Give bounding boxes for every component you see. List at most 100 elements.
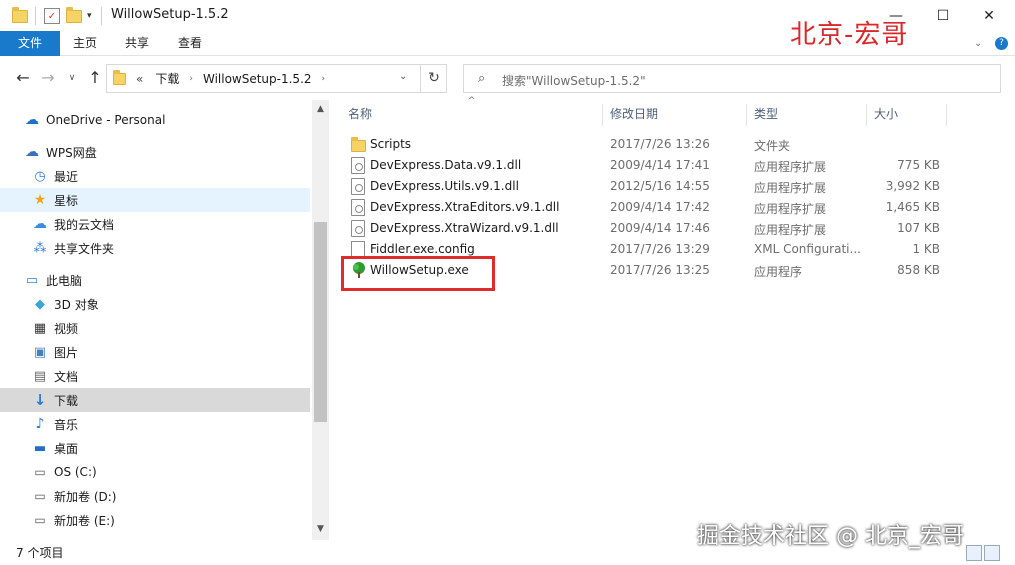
tab-home[interactable]: 主页 (63, 31, 107, 56)
column-divider[interactable] (746, 104, 747, 126)
sidebar-item-desktop[interactable]: ▬ 桌面 (0, 436, 310, 460)
address-dropdown-icon[interactable]: ⌄ (399, 71, 407, 82)
scroll-down-icon[interactable]: ▼ (312, 524, 329, 538)
sidebar-item-drive-c[interactable]: ▭ OS (C:) (0, 460, 310, 484)
sidebar-item-starred[interactable]: ★ 星标 (0, 188, 310, 212)
tab-view[interactable]: 查看 (168, 31, 212, 56)
column-header-size[interactable]: 大小 (874, 100, 898, 128)
drive-icon: ▭ (34, 489, 46, 503)
window-title: WillowSetup-1.5.2 (111, 7, 229, 22)
navigation-scrollbar[interactable]: ▲ ▼ (312, 100, 329, 540)
sidebar-item-recent[interactable]: ◷ 最近 (0, 164, 310, 188)
sidebar-item-pictures[interactable]: ▣ 图片 (0, 340, 310, 364)
cloud-icon: ☁ (33, 216, 47, 232)
overflow-chevron[interactable]: « (136, 72, 143, 86)
chevron-right-icon[interactable]: › (322, 74, 326, 84)
forward-icon[interactable]: → (38, 68, 58, 88)
scroll-up-icon[interactable]: ▲ (312, 104, 329, 118)
chevron-right-icon[interactable]: › (189, 74, 193, 84)
folder-icon (12, 6, 28, 26)
search-input[interactable]: 搜索"WillowSetup-1.5.2" (502, 72, 646, 89)
item-count: 7 个项目 (16, 546, 64, 560)
search-icon: ⌕ (478, 71, 486, 86)
minimize-button[interactable]: — (873, 0, 919, 31)
file-name: DevExpress.Data.v9.1.dll (370, 158, 522, 172)
large-icons-view-icon[interactable] (984, 545, 1000, 561)
sidebar-item-shared-folder[interactable]: ⁂ 共享文件夹 (0, 236, 310, 260)
star-icon: ★ (33, 192, 47, 208)
table-row[interactable]: DevExpress.XtraEditors.v9.1.dll 2009/4/1… (342, 197, 952, 218)
sidebar-item-label: 此电脑 (46, 273, 83, 288)
column-divider[interactable] (602, 104, 603, 126)
properties-icon[interactable]: ✓ (44, 8, 60, 24)
up-icon[interactable]: ↑ (85, 68, 105, 88)
recent-locations-icon[interactable]: ∨ (62, 68, 82, 88)
refresh-button[interactable]: ↻ (420, 64, 447, 93)
sidebar-item-label: 下载 (54, 393, 79, 408)
scroll-thumb[interactable] (314, 222, 327, 422)
new-folder-icon[interactable] (66, 6, 82, 26)
search-box[interactable]: ⌕ 搜索"WillowSetup-1.5.2" (463, 64, 1001, 93)
file-type: 应用程序扩展 (754, 202, 827, 216)
close-button[interactable]: ✕ (966, 0, 1012, 31)
table-row[interactable]: DevExpress.Utils.v9.1.dll 2012/5/16 14:5… (342, 176, 952, 197)
share-icon: ⁂ (33, 240, 47, 256)
sidebar-item-drive-d[interactable]: ▭ 新加卷 (D:) (0, 484, 310, 508)
sidebar-item-videos[interactable]: ▦ 视频 (0, 316, 310, 340)
table-row[interactable]: DevExpress.Data.v9.1.dll 2009/4/14 17:41… (342, 155, 952, 176)
tab-file[interactable]: 文件 (0, 31, 60, 56)
help-icon[interactable]: ? (995, 37, 1008, 50)
sidebar-item-this-pc[interactable]: ▭ 此电脑 (0, 268, 310, 292)
column-header-name[interactable]: 名称 (348, 100, 372, 128)
file-size: 775 KB (897, 158, 940, 172)
table-row[interactable]: DevExpress.XtraWizard.v9.1.dll 2009/4/14… (342, 218, 952, 239)
cube-icon: ◆ (35, 296, 45, 312)
file-name: Scripts (370, 137, 412, 151)
sidebar-item-documents[interactable]: ▤ 文档 (0, 364, 310, 388)
dll-icon (351, 178, 365, 195)
sidebar-item-label: 星标 (54, 193, 79, 208)
file-type: XML Configurati... (754, 242, 861, 256)
column-header-date[interactable]: 修改日期 (610, 100, 658, 128)
sidebar-item-onedrive[interactable]: ☁ OneDrive - Personal (0, 108, 310, 132)
navigation-pane: ☁ OneDrive - Personal ☁ WPS网盘 ◷ 最近 ★ 星标 … (0, 100, 330, 540)
file-type: 应用程序扩展 (754, 223, 827, 237)
file-type: 应用程序扩展 (754, 181, 827, 195)
column-divider[interactable] (866, 104, 867, 126)
address-bar[interactable]: « 下载 › WillowSetup-1.5.2 › ⌄ (106, 64, 447, 93)
cloud-icon: ☁ (25, 144, 39, 160)
sidebar-item-label: 最近 (54, 169, 79, 184)
view-switcher (966, 545, 1000, 561)
sidebar-item-label: 新加卷 (D:) (54, 489, 117, 504)
sidebar-item-music[interactable]: ♪ 音乐 (0, 412, 310, 436)
file-name: DevExpress.XtraEditors.v9.1.dll (370, 200, 560, 214)
column-divider[interactable] (946, 104, 947, 126)
expand-ribbon-icon[interactable]: ⌄ (974, 38, 982, 49)
sidebar-item-label: 视频 (54, 321, 79, 336)
sidebar-item-3d-objects[interactable]: ◆ 3D 对象 (0, 292, 310, 316)
sidebar-item-label: 新加卷 (E:) (54, 513, 115, 528)
file-type: 应用程序扩展 (754, 160, 827, 174)
table-row[interactable]: Scripts 2017/7/26 13:26 文件夹 (342, 134, 952, 155)
maximize-button[interactable]: ☐ (920, 0, 966, 31)
details-view-icon[interactable] (966, 545, 982, 561)
file-type: 文件夹 (754, 139, 791, 153)
tab-share[interactable]: 共享 (115, 31, 159, 56)
sidebar-item-downloads[interactable]: ↓ 下载 (0, 388, 310, 412)
sidebar-item-label: OneDrive - Personal (46, 113, 166, 127)
sidebar-item-label: OS (C:) (54, 465, 97, 479)
picture-icon: ▣ (33, 344, 47, 360)
back-icon[interactable]: ← (13, 68, 33, 88)
file-name: DevExpress.Utils.v9.1.dll (370, 179, 519, 193)
file-size: 1,465 KB (885, 200, 940, 214)
sidebar-item-drive-e[interactable]: ▭ 新加卷 (E:) (0, 508, 310, 532)
sidebar-item-my-cloud-docs[interactable]: ☁ 我的云文档 (0, 212, 310, 236)
breadcrumb-downloads[interactable]: 下载 (155, 70, 179, 87)
customize-quick-access-icon[interactable]: ▾ (87, 6, 92, 26)
folder-icon (113, 69, 126, 85)
sidebar-item-wps[interactable]: ☁ WPS网盘 (0, 140, 310, 164)
ribbon: 文件 主页 共享 查看 ⌄ ? (0, 31, 1015, 56)
download-icon: ↓ (33, 391, 47, 409)
breadcrumb-current-folder[interactable]: WillowSetup-1.5.2 (203, 72, 312, 86)
column-header-type[interactable]: 类型 (754, 100, 778, 128)
